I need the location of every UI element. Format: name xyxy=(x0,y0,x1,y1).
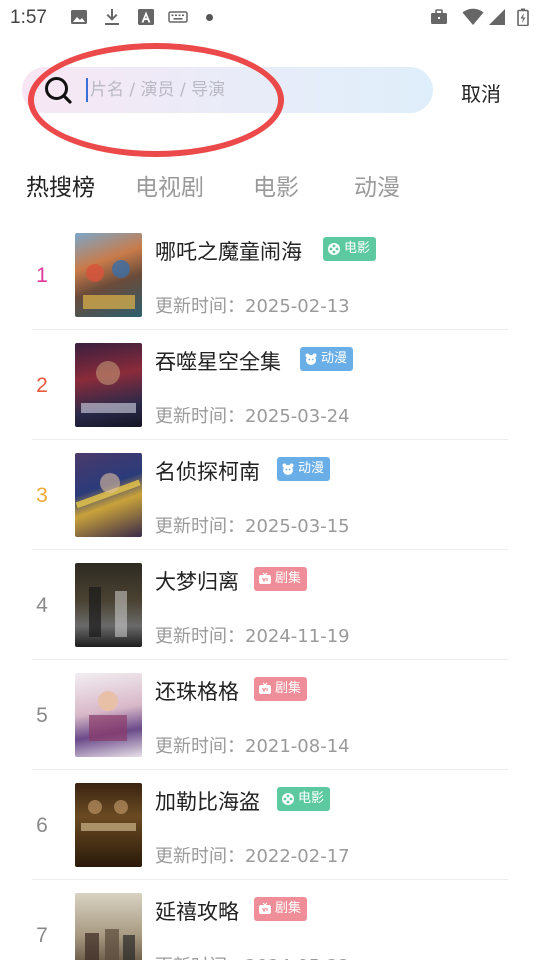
tv-icon xyxy=(259,682,271,694)
list-item[interactable]: 2 吞噬星空全集 动漫 更新时间：2025-03-24 xyxy=(0,330,540,440)
category-badge: 动漫 xyxy=(277,457,331,481)
category-badge: 动漫 xyxy=(300,347,354,371)
item-title[interactable]: 吞噬星空全集 xyxy=(155,346,281,376)
update-time: 更新时间：2025-02-13 xyxy=(155,296,350,317)
list-item[interactable]: 6 加勒比海盗 电影 更新时间：2022-02-17 xyxy=(0,770,540,880)
item-title[interactable]: 延禧攻略 xyxy=(155,896,239,926)
notification-dot-icon xyxy=(206,14,213,21)
poster-image[interactable] xyxy=(75,673,142,757)
item-title[interactable]: 大梦归离 xyxy=(155,566,239,596)
tab-anime[interactable]: 动漫 xyxy=(354,168,400,202)
rank-number: 3 xyxy=(36,484,48,507)
rank-number: 2 xyxy=(36,374,48,397)
category-badge: 剧集 xyxy=(254,897,308,921)
status-bar: 1:57 xyxy=(0,0,540,36)
signal-icon xyxy=(489,9,505,25)
briefcase-icon xyxy=(431,9,447,24)
category-badge: 电影 xyxy=(277,787,331,811)
film-reel-icon xyxy=(328,243,340,255)
rank-number: 1 xyxy=(36,264,48,287)
badge-label: 剧集 xyxy=(275,571,302,586)
badge-label: 电影 xyxy=(298,791,325,806)
list-item[interactable]: 4 大梦归离 剧集 更新时间：2024-11-19 xyxy=(0,550,540,660)
item-title[interactable]: 名侦探柯南 xyxy=(155,456,260,486)
rank-number: 4 xyxy=(36,594,48,617)
poster-image[interactable] xyxy=(75,783,142,867)
a-square-icon xyxy=(138,9,154,25)
list-item[interactable]: 1 哪吒之魔童闹海 电影 更新时间：2025-02-13 xyxy=(0,220,540,330)
battery-charging-icon xyxy=(517,8,529,26)
update-time: 更新时间：2024-11-19 xyxy=(155,626,350,647)
search-bar[interactable] xyxy=(22,67,433,113)
category-badge: 电影 xyxy=(323,237,377,261)
rank-number: 6 xyxy=(36,814,48,837)
list-item[interactable]: 3 名侦探柯南 动漫 更新时间：2025-03-15 xyxy=(0,440,540,550)
cancel-button[interactable]: 取消 xyxy=(461,78,501,107)
status-time: 1:57 xyxy=(10,7,47,28)
badge-label: 动漫 xyxy=(298,461,325,476)
update-time: 更新时间：2025-03-24 xyxy=(155,406,350,427)
poster-image[interactable] xyxy=(75,563,142,647)
film-reel-icon xyxy=(282,793,294,805)
tab-hot-search[interactable]: 热搜榜 xyxy=(26,168,95,202)
update-time: 更新时间：2021-08-14 xyxy=(155,736,350,757)
image-icon xyxy=(71,10,87,24)
rank-number: 5 xyxy=(36,704,48,727)
mascot-icon xyxy=(282,463,294,475)
update-time: 更新时间：2025-03-15 xyxy=(155,516,350,537)
search-icon[interactable] xyxy=(44,76,72,104)
list-item[interactable]: 5 还珠格格 剧集 更新时间：2021-08-14 xyxy=(0,660,540,770)
update-time: 更新时间：2024-05-22 xyxy=(155,952,350,960)
keyboard-icon xyxy=(168,11,188,23)
badge-label: 剧集 xyxy=(275,901,302,916)
tv-icon xyxy=(259,572,271,584)
tv-icon xyxy=(259,902,271,914)
rank-number: 7 xyxy=(36,924,48,947)
item-title[interactable]: 加勒比海盗 xyxy=(155,786,260,816)
list-item[interactable]: 7 延禧攻略 剧集 更新时间：2024-05-22 xyxy=(0,880,540,960)
item-title[interactable]: 哪吒之魔童闹海 xyxy=(155,236,302,266)
badge-label: 剧集 xyxy=(275,681,302,696)
category-badge: 剧集 xyxy=(254,677,308,701)
wifi-icon xyxy=(462,8,484,25)
item-title[interactable]: 还珠格格 xyxy=(155,676,239,706)
poster-image[interactable] xyxy=(75,893,142,960)
category-badge: 剧集 xyxy=(254,567,308,591)
search-input[interactable] xyxy=(86,78,406,102)
poster-image[interactable] xyxy=(75,343,142,427)
update-time: 更新时间：2022-02-17 xyxy=(155,846,350,867)
badge-label: 电影 xyxy=(344,241,371,256)
tab-movies[interactable]: 电影 xyxy=(253,168,299,202)
badge-label: 动漫 xyxy=(321,351,348,366)
poster-image[interactable] xyxy=(75,233,142,317)
poster-image[interactable] xyxy=(75,453,142,537)
tab-tv-series[interactable]: 电视剧 xyxy=(135,168,204,202)
mascot-icon xyxy=(305,353,317,365)
download-icon xyxy=(105,9,119,25)
